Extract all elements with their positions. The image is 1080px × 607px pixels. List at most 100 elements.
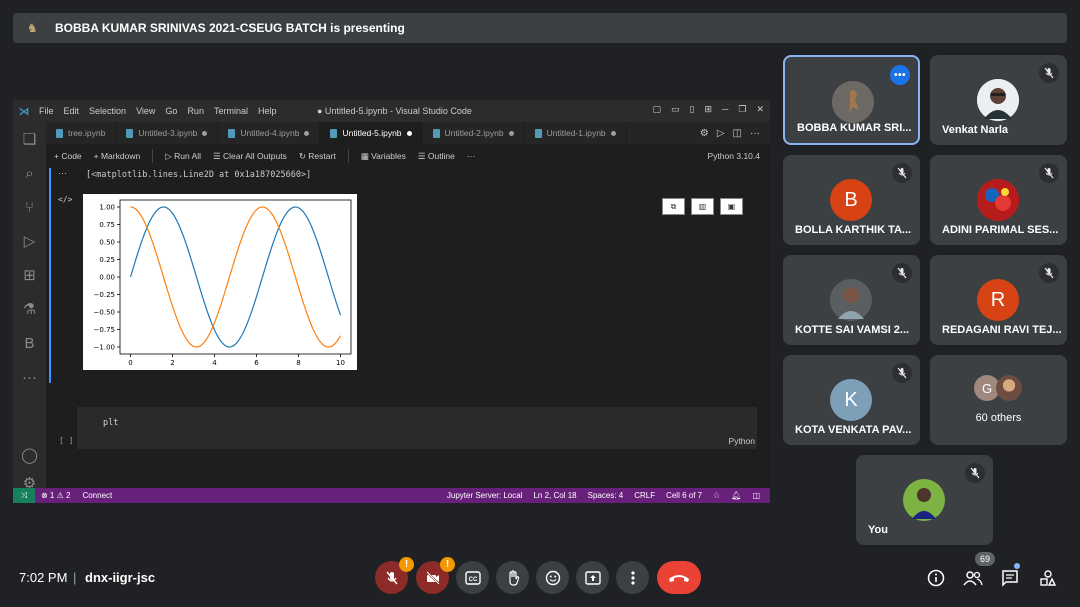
connect-status[interactable]: Connect [82,491,112,500]
account-icon[interactable]: ◯ [13,438,46,472]
meeting-details-button[interactable] [924,566,948,590]
participant-tile-presenter[interactable]: ••• BOBBA KUMAR SRI... [783,55,920,145]
toolbar-more-button[interactable]: ··· [467,151,476,161]
run-all-button[interactable]: ▷ Run All [165,151,201,162]
reactions-button[interactable] [536,561,569,594]
menu-selection[interactable]: Selection [89,106,126,116]
person-photo-icon [977,179,1019,221]
settings-icon[interactable]: ⚙ [700,128,709,139]
restart-button[interactable]: ↻ Restart [299,151,336,162]
feedback-icon[interactable]: ♘ [713,491,720,500]
others-tile[interactable]: G 60 others [930,355,1067,445]
jupyter-server-status[interactable]: Jupyter Server: Local [447,491,523,500]
shared-screen-vscode[interactable]: ⋊ File Edit Selection View Go Run Termin… [13,100,770,503]
notifications-bell-icon[interactable]: 🔔︎ [731,491,741,500]
toolbar-divider [347,149,349,163]
activities-button[interactable] [1036,566,1060,590]
tab-untitled-2[interactable]: Untitled-2.ipynb [423,122,525,144]
chat-button[interactable] [998,566,1022,590]
menu-run[interactable]: Run [187,106,204,116]
plot-viewer-icon[interactable]: ▥ [691,198,714,215]
self-tile[interactable]: You [856,455,993,545]
variables-button[interactable]: ▦ Variables [361,151,406,162]
split-editor-icon[interactable]: ◫ [733,128,742,139]
menu-go[interactable]: Go [165,106,177,116]
participant-tile[interactable]: B BOLLA KARTHIK TA... [783,155,920,245]
line-ending-status[interactable]: CRLF [634,491,655,500]
save-image-icon[interactable]: ▣ [720,198,743,215]
plot-axes-frame [119,199,352,355]
problems-status[interactable]: ⊗ 1 ⚠ 2 [41,491,70,500]
sidebar-icon[interactable]: ▯ [689,104,694,115]
add-code-button[interactable]: + Code [54,151,82,161]
tab-untitled-4[interactable]: Untitled-4.ipynb [218,122,321,144]
menu-terminal[interactable]: Terminal [214,106,248,116]
copy-output-icon[interactable]: ⧉ [662,198,685,215]
participant-tile[interactable]: R REDAGANI RAVI TEJ... [930,255,1067,345]
cell-language[interactable]: Python [729,436,755,446]
raise-hand-button[interactable] [496,561,529,594]
output-more-icon[interactable]: ··· [58,168,67,178]
more-icon[interactable]: ··· [13,360,46,394]
leave-call-button[interactable] [657,561,701,594]
indentation-status[interactable]: Spaces: 4 [588,491,624,500]
menu-file[interactable]: File [39,106,54,116]
menu-edit[interactable]: Edit [64,106,80,116]
panel-icon[interactable]: ▭ [671,104,680,115]
notebook-file-icon [126,128,134,138]
more-options-button[interactable] [616,561,649,594]
menu-view[interactable]: View [136,106,155,116]
participant-tile[interactable]: KOTTE SAI VAMSI 2... [783,255,920,345]
camera-button[interactable]: ! [416,557,455,594]
kernel-picker[interactable]: Python 3.10.4 [708,151,760,161]
close-icon[interactable]: ✕ [756,104,764,115]
cell-code[interactable]: plt [103,418,118,428]
code-cell[interactable]: plt Python [77,407,757,449]
tab-tree[interactable]: tree.ipynb [46,122,117,144]
more-actions-icon[interactable]: ··· [750,128,760,139]
participant-tile[interactable]: K KOTA VENKATA PAV... [783,355,920,445]
minimize-icon[interactable]: ─ [722,104,728,115]
vscode-menu: File Edit Selection View Go Run Terminal… [39,106,276,116]
notebook-file-icon [56,128,63,138]
add-markdown-button[interactable]: + Markdown [94,151,141,161]
cursor-position[interactable]: Ln 2, Col 18 [533,491,576,500]
x-tick-label: 10 [336,359,345,367]
microphone-button[interactable]: ! [375,557,414,594]
present-screen-button[interactable] [576,561,609,594]
outline-button[interactable]: ☰ Outline [418,151,455,162]
window-controls: ▢ ▭ ▯ ⊞ ─ ❐ ✕ [652,104,764,115]
meeting-time: 7:02 PM [19,570,68,585]
run-icon[interactable]: ▷ [717,128,725,139]
b-extension-icon[interactable]: B [13,326,46,360]
tab-untitled-3[interactable]: Untitled-3.ipynb [116,122,219,144]
participant-tile[interactable]: ADINI PARIMAL SES... [930,155,1067,245]
source-control-icon[interactable]: ⑂ [13,190,46,224]
y-tick-label: 0.75 [99,221,115,229]
testing-icon[interactable]: ⚗ [13,292,46,326]
unsaved-dot-icon [508,130,514,136]
captions-button[interactable]: CC [456,561,489,594]
clear-outputs-button[interactable]: ☰ Clear All Outputs [213,151,287,162]
x-tick-label: 6 [254,359,259,367]
explorer-icon[interactable]: ❏ [13,122,46,156]
y-tick-label: 0.25 [99,256,115,264]
layout-toggle-icon[interactable]: ◫ [752,491,760,500]
restore-icon[interactable]: ❐ [738,104,746,115]
people-button[interactable] [961,566,985,590]
participant-tile[interactable]: Venkat Narla [930,55,1067,145]
extensions-icon[interactable]: ⊞ [13,258,46,292]
run-debug-icon[interactable]: ▷ [13,224,46,258]
layout-icon[interactable]: ▢ [652,104,661,115]
menu-help[interactable]: Help [258,106,277,116]
meet-screen: ♞ BOBBA KUMAR SRINIVAS 2021-CSEUG BATCH … [0,0,1080,607]
tab-untitled-5[interactable]: Untitled-5.ipynb [320,122,423,144]
cell-position[interactable]: Cell 6 of 7 [666,491,702,500]
remote-icon[interactable]: ⤨ [13,488,35,503]
code-output-icon[interactable]: </> [58,195,72,204]
more-options-icon[interactable]: ••• [890,65,910,85]
window-title: ● Untitled-5.ipynb - Visual Studio Code [317,106,472,116]
tab-untitled-1[interactable]: Untitled-1.ipynb [525,122,627,144]
search-icon[interactable]: ⌕ [13,156,46,190]
grid-icon[interactable]: ⊞ [704,104,712,115]
